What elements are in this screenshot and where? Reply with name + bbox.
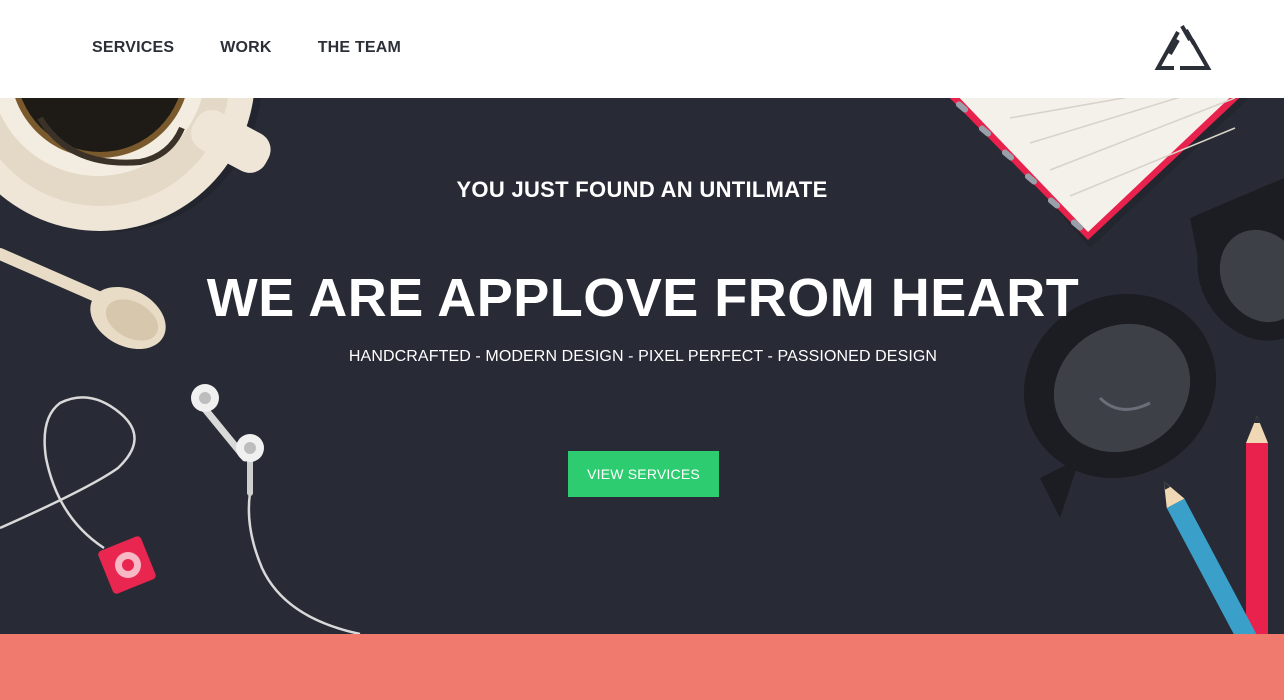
nav-item-services[interactable]: SERVICES bbox=[92, 38, 174, 58]
page: SERVICES WORK THE TEAM YOU JUST FOUND AN… bbox=[0, 0, 1284, 700]
earphones-icon bbox=[0, 384, 361, 634]
view-services-button[interactable]: VIEW SERVICES bbox=[568, 451, 719, 497]
nav-item-work[interactable]: WORK bbox=[220, 38, 271, 58]
hero-headline: WE ARE APPLOVE FROM HEART bbox=[206, 268, 1080, 328]
bottom-band bbox=[0, 634, 1284, 700]
hero-section: YOU JUST FOUND AN UNTILMATE WE ARE APPLO… bbox=[0, 98, 1284, 634]
triangle-logo-icon[interactable] bbox=[1150, 20, 1214, 76]
site-header: SERVICES WORK THE TEAM bbox=[0, 0, 1284, 98]
nav-item-the-team[interactable]: THE TEAM bbox=[318, 38, 401, 58]
coffee-cup-icon bbox=[0, 98, 271, 232]
hero-tagline: HANDCRAFTED - MODERN DESIGN - PIXEL PERF… bbox=[348, 348, 938, 365]
hero-kicker: YOU JUST FOUND AN UNTILMATE bbox=[456, 177, 828, 202]
main-nav: SERVICES WORK THE TEAM bbox=[92, 38, 447, 58]
